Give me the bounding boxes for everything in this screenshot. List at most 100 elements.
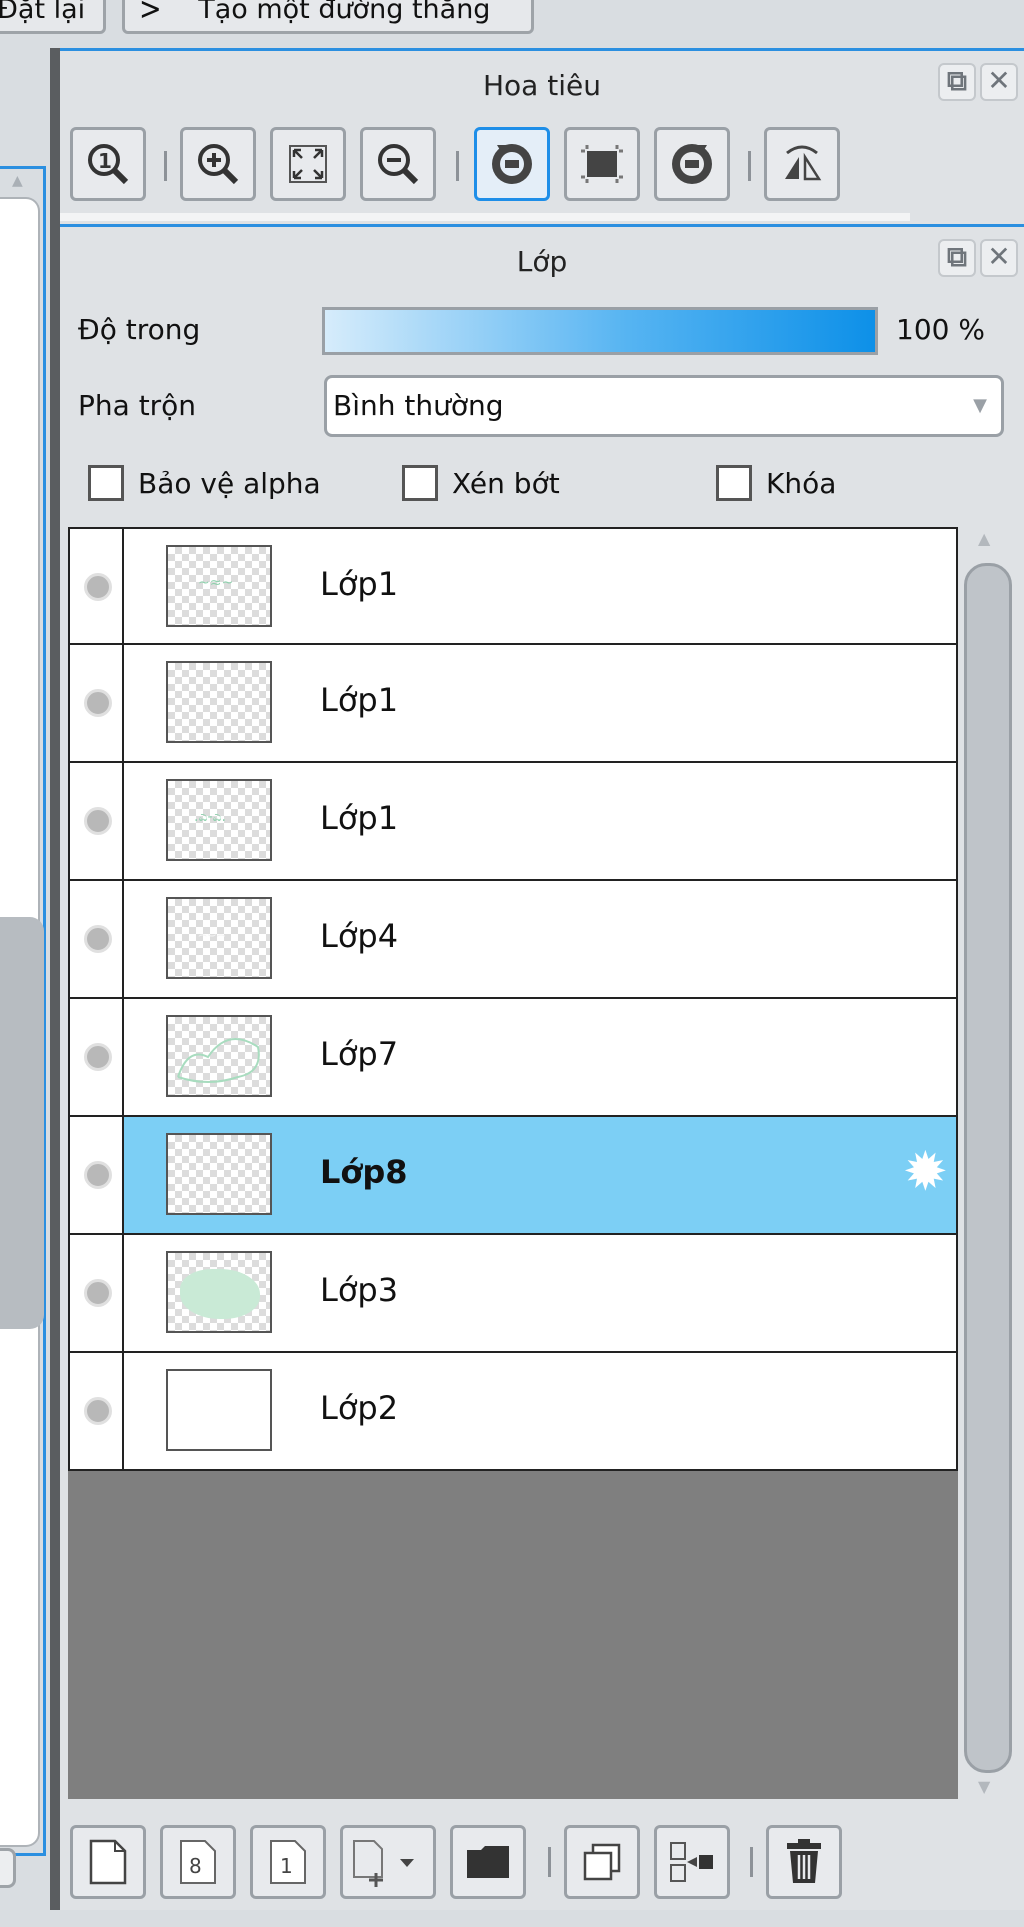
layer-thumbnail: .ಎ-ಎ. xyxy=(166,779,272,861)
zoom-actual-size-icon[interactable]: 1 xyxy=(70,127,146,201)
protect-alpha-label: Bảo vệ alpha xyxy=(138,466,321,500)
bit-1-glyph: 1 xyxy=(280,1854,293,1878)
top-toolbar: Đặt lại > Tạo một đường thẳng xyxy=(0,0,1024,48)
layer-thumbnail: ⌢⌣⌢ xyxy=(166,897,272,979)
panel-splitter[interactable] xyxy=(50,48,60,1910)
new-8bit-layer-icon[interactable]: 8 xyxy=(160,1825,236,1899)
left-scrollbar[interactable]: ▲ xyxy=(0,166,46,1856)
duplicate-layer-icon[interactable] xyxy=(564,1825,640,1899)
layer-panel: Lớp ⧉ ✕ Độ trong 100 % Pha trộn Bình thư… xyxy=(60,224,1024,1910)
visibility-toggle[interactable] xyxy=(70,999,124,1115)
create-line-label: Tạo một đường thẳng xyxy=(198,0,491,25)
layer-panel-popout-icon[interactable]: ⧉ xyxy=(938,239,976,277)
layer-name: Lớp1 xyxy=(320,565,399,603)
visibility-toggle[interactable] xyxy=(70,1353,124,1469)
reset-rotation-icon[interactable] xyxy=(564,127,640,201)
rotate-right-icon[interactable] xyxy=(654,127,730,201)
layer-name: Lớp8 xyxy=(320,1153,408,1191)
visibility-dot-icon xyxy=(84,1161,112,1189)
navigator-panel: Hoa tiêu ⧉ ✕ 1 xyxy=(60,48,1024,224)
lock-box[interactable] xyxy=(716,465,752,501)
bottom-strip xyxy=(0,1910,1024,1927)
scroll-down-arrow-icon[interactable]: ▼ xyxy=(978,1777,990,1796)
layer-row[interactable]: ⌢⌣⌢ Lớp4 xyxy=(68,881,958,999)
layer-panel-title: Lớp xyxy=(516,245,568,278)
visibility-dot-icon xyxy=(84,1043,112,1071)
new-folder-icon[interactable] xyxy=(450,1825,526,1899)
layer-row[interactable]: Lớp1 xyxy=(68,645,958,763)
svg-text:1: 1 xyxy=(98,149,112,173)
clipping-label: Xén bớt xyxy=(452,466,560,500)
navigator-title: Hoa tiêu xyxy=(483,69,601,102)
visibility-dot-icon xyxy=(84,689,112,717)
gear-icon[interactable]: ✹ xyxy=(903,1145,948,1199)
navigator-close-icon[interactable]: ✕ xyxy=(980,63,1018,101)
clipping-box[interactable] xyxy=(402,465,438,501)
lock-label: Khóa xyxy=(766,466,837,500)
layer-row[interactable]: Lớp3 xyxy=(68,1235,958,1353)
layer-row[interactable]: Lớp7 xyxy=(68,999,958,1117)
visibility-dot-icon xyxy=(84,925,112,953)
layer-list: ~≈~ Lớp1 Lớp1 .ಎ-ಎ. Lớp1 ⌢⌣⌢ Lớp4 Lớp7 L… xyxy=(68,527,958,1799)
add-layer-dropdown-icon[interactable] xyxy=(340,1825,436,1899)
layer-list-scroll-thumb[interactable] xyxy=(964,563,1012,1773)
navigator-popout-icon[interactable]: ⧉ xyxy=(938,63,976,101)
layer-row-selected[interactable]: Lớp8 ✹ xyxy=(68,1117,958,1235)
zoom-in-icon[interactable] xyxy=(180,127,256,201)
protect-alpha-checkbox[interactable]: Bảo vệ alpha xyxy=(88,465,321,501)
visibility-dot-icon xyxy=(84,807,112,835)
protect-alpha-box[interactable] xyxy=(88,465,124,501)
navigator-scrollbar[interactable] xyxy=(60,213,910,221)
layer-row[interactable]: .ಎ-ಎ. Lớp1 xyxy=(68,763,958,881)
new-layer-icon[interactable] xyxy=(70,1825,146,1899)
visibility-toggle[interactable] xyxy=(70,1235,124,1351)
left-panel: ▲ xyxy=(0,48,54,1927)
layer-row[interactable]: Lớp2 xyxy=(68,1353,958,1471)
opacity-slider[interactable] xyxy=(322,307,878,355)
layer-thumbnail xyxy=(166,1133,272,1215)
zoom-out-icon[interactable] xyxy=(360,127,436,201)
visibility-toggle[interactable] xyxy=(70,645,124,761)
bit-8-glyph: 8 xyxy=(189,1854,202,1878)
rotate-left-icon[interactable] xyxy=(474,127,550,201)
create-line-button[interactable]: > Tạo một đường thẳng xyxy=(122,0,534,34)
layer-thumbnail xyxy=(166,661,272,743)
left-panel-corner xyxy=(0,1848,16,1888)
visibility-toggle[interactable] xyxy=(70,1117,124,1233)
chevron-down-icon: ▼ xyxy=(973,395,987,416)
layer-row[interactable]: ~≈~ Lớp1 xyxy=(68,527,958,645)
visibility-dot-icon xyxy=(84,573,112,601)
layer-thumbnail xyxy=(166,1251,272,1333)
layer-name: Lớp7 xyxy=(320,1035,399,1073)
layer-panel-close-icon[interactable]: ✕ xyxy=(980,239,1018,277)
reset-label: Đặt lại xyxy=(0,0,86,25)
layer-name: Lớp2 xyxy=(320,1389,399,1427)
layer-list-scrollbar[interactable]: ▲ ▼ xyxy=(962,527,1014,1799)
delete-layer-icon[interactable] xyxy=(766,1825,842,1899)
layer-name: Lớp1 xyxy=(320,799,399,837)
lock-checkbox[interactable]: Khóa xyxy=(716,465,836,501)
layer-thumbnail xyxy=(166,1015,272,1097)
blend-mode-label: Pha trộn xyxy=(78,389,197,422)
new-1bit-layer-icon[interactable]: 1 xyxy=(250,1825,326,1899)
chevron-right-icon: > xyxy=(139,0,162,28)
left-scroll-thumb[interactable] xyxy=(0,917,44,1329)
layer-toolbar: 8 1 xyxy=(60,1807,1024,1907)
flip-horizontal-icon[interactable] xyxy=(764,127,840,201)
opacity-label: Độ trong xyxy=(78,313,201,346)
fit-to-window-icon[interactable] xyxy=(270,127,346,201)
blend-mode-value: Bình thường xyxy=(333,389,504,422)
clipping-checkbox[interactable]: Xén bớt xyxy=(402,465,560,501)
visibility-toggle[interactable] xyxy=(70,763,124,879)
merge-down-icon[interactable] xyxy=(654,1825,730,1899)
scroll-up-arrow-icon[interactable]: ▲ xyxy=(978,529,990,548)
visibility-toggle[interactable] xyxy=(70,881,124,997)
layer-name: Lớp4 xyxy=(320,917,399,955)
layer-thumbnail xyxy=(166,1369,272,1451)
visibility-dot-icon xyxy=(84,1279,112,1307)
blend-mode-select[interactable]: Bình thường ▼ xyxy=(324,375,1004,437)
reset-button[interactable]: Đặt lại xyxy=(0,0,106,34)
scroll-up-arrow-icon[interactable]: ▲ xyxy=(12,173,23,189)
layer-thumbnail: ~≈~ xyxy=(166,545,272,627)
visibility-toggle[interactable] xyxy=(70,529,124,643)
